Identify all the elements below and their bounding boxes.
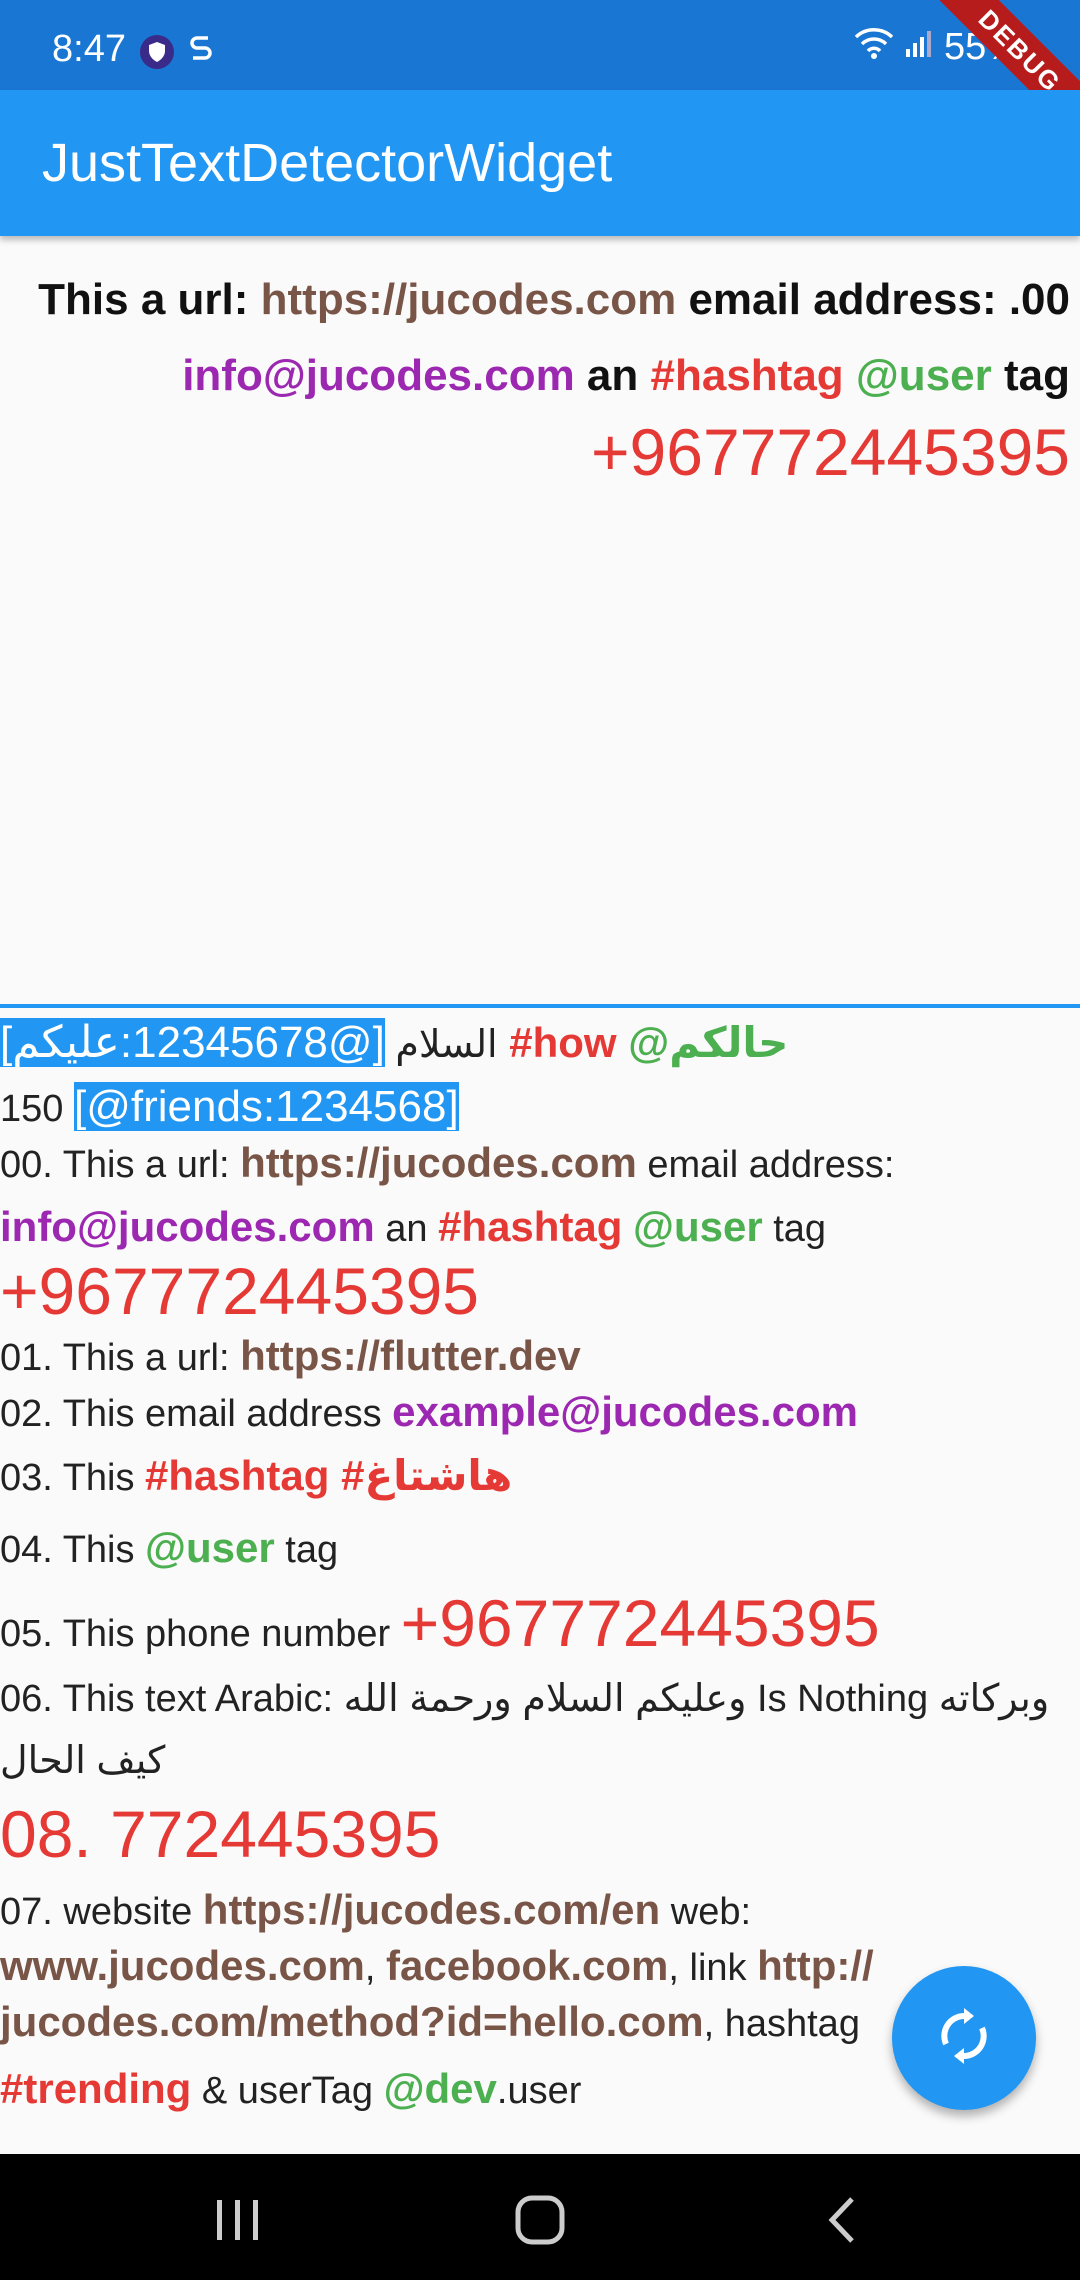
- hashtag-link[interactable]: #trending: [0, 2065, 191, 2112]
- url-link[interactable]: jucodes.com/method?id=hello.com: [0, 1998, 704, 2045]
- hashtag-link[interactable]: #hashtag #هاشتاغ: [145, 1452, 512, 1499]
- shield-icon: [140, 34, 174, 69]
- text-segment: an: [574, 351, 651, 400]
- user-link[interactable]: @user: [145, 1524, 275, 1571]
- email-link[interactable]: example@jucodes.com: [392, 1388, 858, 1435]
- text-segment: 01. This a url:: [0, 1337, 241, 1379]
- recents-icon[interactable]: [198, 2190, 278, 2250]
- text-segment: 05. This phone number: [0, 1613, 401, 1655]
- text-segment: 00. This a url:: [0, 1144, 241, 1186]
- mention-selection[interactable]: [@12345678:عليكم]: [0, 1018, 385, 1067]
- user-link[interactable]: @dev: [384, 2065, 497, 2112]
- refresh-icon: [934, 2006, 994, 2071]
- wifi-icon: [854, 26, 894, 69]
- row-07-cont-3: #trending & userTag @dev.user: [0, 2051, 1050, 2129]
- page-title: JustTextDetectorWidget: [42, 133, 613, 193]
- status-bar: 8:47 55% DEBUG: [0, 0, 1080, 158]
- mention-selection[interactable]: [@friends:1234568]: [73, 1082, 459, 1131]
- phone-link[interactable]: +967772445395: [591, 415, 1070, 489]
- url-link[interactable]: www.jucodes.com: [0, 1942, 365, 1989]
- row-friends: 150 [@friends:1234568]: [0, 1080, 1050, 1136]
- text-segment: السلام: [384, 1024, 498, 1066]
- text-segment: email address: .00: [676, 275, 1070, 324]
- text-segment: , hashtag: [703, 2003, 860, 2045]
- url-link[interactable]: http://: [757, 1942, 874, 1989]
- status-time: 8:47: [52, 28, 126, 70]
- refresh-fab-button[interactable]: [892, 1966, 1036, 2110]
- text-segment: 04. This: [0, 1529, 146, 1571]
- text-segment: 06. This text Arabic: وعليكم السلام ورحم…: [0, 1678, 1050, 1720]
- text-segment: 07. website: [0, 1891, 203, 1933]
- app-bar: JustTextDetectorWidget: [0, 90, 1080, 236]
- row-06-cont: كيف الحال: [0, 1726, 1050, 1796]
- back-icon[interactable]: [802, 2190, 882, 2250]
- row-07: 07. website https://jucodes.com/en web:: [0, 1883, 1050, 1939]
- user-link[interactable]: @حالكم: [617, 1019, 788, 1066]
- row-05: 05. This phone number +967772445395: [0, 1585, 1050, 1672]
- text-segment: [622, 1208, 633, 1250]
- text-segment: tag: [762, 1208, 827, 1250]
- text-segment: 03. This: [0, 1457, 146, 1499]
- row-04: 04. This @user tag: [0, 1513, 1050, 1585]
- url-link[interactable]: https://jucodes.com: [261, 275, 677, 324]
- text-segment: an: [374, 1208, 439, 1250]
- url-link[interactable]: https://jucodes.com/en: [203, 1886, 660, 1933]
- top-line-3: +967772445395: [20, 414, 1070, 499]
- row-01: 01. This a url: https://flutter.dev: [0, 1329, 1050, 1385]
- text-segment: 150: [0, 1088, 74, 1130]
- row-08: 08. 772445395: [0, 1796, 1050, 1883]
- url-link[interactable]: https://jucodes.com: [240, 1139, 637, 1186]
- sync-s-icon: [188, 32, 214, 71]
- status-notification-icons: [140, 32, 214, 71]
- hashtag-link[interactable]: #how: [498, 1019, 616, 1066]
- row-00-phone: +967772445395: [0, 1258, 1050, 1329]
- row-selected-mentions: السلام [@12345678:عليكم] #how @حالكم: [0, 1008, 1050, 1080]
- system-nav-bar: [0, 2154, 1080, 2280]
- text-segment: .user: [496, 2070, 582, 2112]
- text-segment: 02. This email address: [0, 1393, 393, 1435]
- signal-icon: [904, 26, 934, 69]
- url-link[interactable]: https://flutter.dev: [240, 1332, 581, 1379]
- user-link[interactable]: @user: [856, 351, 992, 400]
- hashtag-link[interactable]: #hashtag: [651, 351, 844, 400]
- phone-link[interactable]: +967772445395: [401, 1586, 880, 1660]
- top-detected-text: This a url: https://jucodes.com email ad…: [20, 262, 1070, 499]
- text-segment: tag: [991, 351, 1070, 400]
- text-segment: email address:: [636, 1144, 895, 1186]
- text-segment: & userTag: [191, 2070, 384, 2112]
- email-link[interactable]: info@jucodes.com: [0, 1203, 375, 1250]
- text-segment: [844, 351, 856, 400]
- url-link[interactable]: facebook.com: [386, 1942, 668, 1989]
- text-segment: , link: [668, 1947, 758, 1989]
- text-segment: ,: [364, 1947, 386, 1989]
- user-link[interactable]: @user: [633, 1203, 763, 1250]
- text-segment: web:: [660, 1891, 752, 1933]
- hashtag-link[interactable]: #hashtag: [438, 1203, 622, 1250]
- phone-link[interactable]: 08. 772445395: [0, 1797, 440, 1871]
- row-06: 06. This text Arabic: وعليكم السلام ورحم…: [0, 1672, 1050, 1726]
- phone-link[interactable]: +967772445395: [0, 1254, 479, 1328]
- email-link[interactable]: info@jucodes.com: [182, 351, 575, 400]
- row-00: 00. This a url: https://jucodes.com emai…: [0, 1136, 1050, 1192]
- text-segment: كيف الحال: [0, 1740, 166, 1782]
- home-icon[interactable]: [500, 2190, 580, 2250]
- text-segment: This a url:: [38, 275, 261, 324]
- top-line-2: info@jucodes.com an #hashtag @user tag: [20, 338, 1070, 414]
- row-02: 02. This email address example@jucodes.c…: [0, 1385, 1050, 1441]
- row-03: 03. This #hashtag #هاشتاغ: [0, 1441, 1050, 1513]
- top-line-1: This a url: https://jucodes.com email ad…: [20, 262, 1070, 338]
- row-07-cont: www.jucodes.com, facebook.com, link http…: [0, 1939, 1050, 1995]
- bottom-detected-text: السلام [@12345678:عليكم] #how @حالكم 150…: [0, 1008, 1050, 2129]
- text-segment: tag: [274, 1529, 339, 1571]
